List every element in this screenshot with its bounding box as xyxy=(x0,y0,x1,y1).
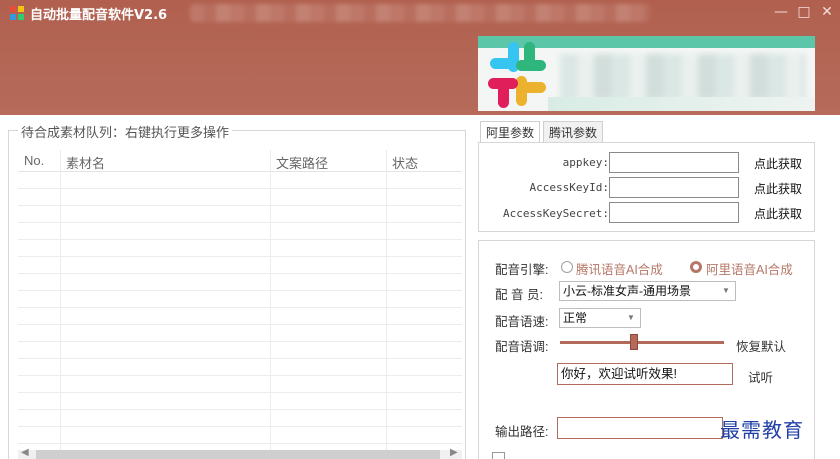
shutdown-checkbox[interactable] xyxy=(492,452,505,459)
engine-radio-tencent[interactable] xyxy=(561,261,573,273)
banner-fade xyxy=(548,97,815,111)
engine-radio-aliyun[interactable] xyxy=(690,261,702,273)
close-button[interactable]: ✕ xyxy=(816,2,838,22)
scrollbar-thumb[interactable] xyxy=(36,450,440,459)
banner-blurred-text xyxy=(560,54,805,100)
access-key-id-input[interactable] xyxy=(609,177,739,198)
scroll-left-icon[interactable]: ◀ xyxy=(21,447,29,458)
access-key-secret-label: AccessKeySecret: xyxy=(503,207,609,220)
speed-select[interactable]: 正常 ▼ xyxy=(559,308,641,328)
reset-default-button[interactable]: 恢复默认 xyxy=(736,336,786,355)
voice-label: 配 音 员: xyxy=(495,288,543,302)
voice-select[interactable]: 小云-标准女声-通用场景 ▼ xyxy=(559,281,736,301)
engine-option-tencent[interactable]: 腾讯语音AI合成 xyxy=(576,259,663,278)
column-status[interactable]: 状态 xyxy=(392,153,418,172)
preview-text-input[interactable]: 你好，欢迎试听效果! xyxy=(557,363,733,385)
voice-select-value: 小云-标准女声-通用场景 xyxy=(563,284,691,298)
scroll-right-icon[interactable]: ▶ xyxy=(450,447,458,458)
column-divider xyxy=(386,150,387,450)
ad-banner[interactable] xyxy=(478,36,815,111)
app-title: 自动批量配音软件V2.6 xyxy=(30,8,168,23)
pitch-slider-thumb[interactable] xyxy=(629,334,638,350)
access-key-secret-get-link[interactable]: 点此获取 xyxy=(754,205,802,222)
chevron-down-icon[interactable]: ▼ xyxy=(719,284,733,298)
column-path[interactable]: 文案路径 xyxy=(276,153,328,172)
speed-select-value: 正常 xyxy=(563,311,588,325)
output-path-input[interactable] xyxy=(557,417,723,439)
access-key-secret-input[interactable] xyxy=(609,202,739,223)
tab-tencent[interactable]: 腾讯参数 xyxy=(543,121,604,142)
minimize-button[interactable]: — xyxy=(770,2,792,22)
column-name[interactable]: 素材名 xyxy=(66,153,105,172)
tab-aliyun[interactable]: 阿里参数 xyxy=(480,121,541,142)
maximize-button[interactable]: □ xyxy=(793,2,815,22)
engine-option-aliyun[interactable]: 阿里语音AI合成 xyxy=(706,259,793,278)
appkey-get-link[interactable]: 点此获取 xyxy=(754,155,802,172)
column-divider xyxy=(270,150,271,450)
queue-table-header: No. 素材名 文案路径 状态 xyxy=(18,150,462,172)
column-divider xyxy=(60,150,61,450)
pitch-slider[interactable] xyxy=(560,341,724,344)
column-no[interactable]: No. xyxy=(24,153,44,168)
app-logo-icon xyxy=(10,6,24,20)
pitch-label: 配音语调: xyxy=(495,340,549,354)
output-path-label: 输出路径: xyxy=(495,425,549,439)
horizontal-scrollbar[interactable]: ◀ ▶ xyxy=(18,447,462,459)
watermark: 最需教育 xyxy=(720,418,804,442)
access-key-id-label: AccessKeyId: xyxy=(529,181,609,194)
access-key-id-get-link[interactable]: 点此获取 xyxy=(754,180,802,197)
engine-label: 配音引擎: xyxy=(495,263,549,277)
queue-table[interactable]: No. 素材名 文案路径 状态 xyxy=(18,150,462,450)
appkey-label: appkey: xyxy=(562,156,609,169)
queue-legend: 待合成素材队列：右键执行更多操作 xyxy=(18,122,233,141)
slack-logo-icon xyxy=(488,42,546,108)
aliyun-params-panel: appkey: 点此获取 AccessKeyId: 点此获取 AccessKey… xyxy=(478,142,815,232)
speed-label: 配音语速: xyxy=(495,315,549,329)
chevron-down-icon[interactable]: ▼ xyxy=(624,311,638,325)
queue-table-body[interactable] xyxy=(18,172,462,450)
appkey-input[interactable] xyxy=(609,152,739,173)
preview-button[interactable]: 试听 xyxy=(748,367,773,386)
blurred-title-text xyxy=(190,4,650,22)
